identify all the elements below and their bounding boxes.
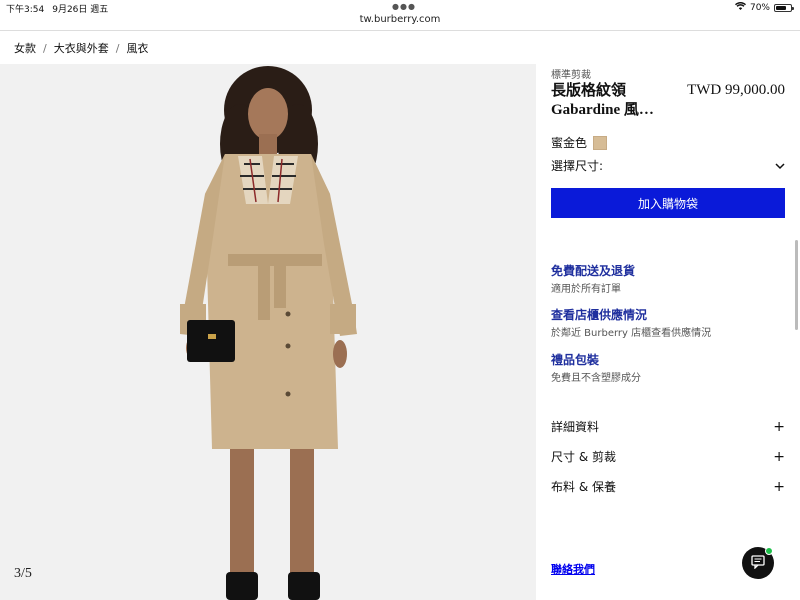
multitask-dots-icon[interactable]: ●●● xyxy=(392,2,416,11)
product-image-gallery[interactable] xyxy=(0,64,536,600)
accordion-details-label: 詳細資料 xyxy=(551,420,600,434)
product-image xyxy=(180,66,357,600)
plus-icon: + xyxy=(773,448,785,465)
image-counter: 3/5 xyxy=(14,566,32,581)
color-swatch[interactable] xyxy=(593,135,608,150)
battery-icon xyxy=(774,3,794,12)
contact-us-link[interactable]: 聯絡我們 xyxy=(551,561,595,577)
breadcrumb-women[interactable]: 女款 xyxy=(14,40,36,56)
add-to-bag-button[interactable]: 加入購物袋 xyxy=(551,188,785,218)
free-shipping-link[interactable]: 免費配送及退貨 xyxy=(551,262,635,279)
battery-percent: 70% xyxy=(749,2,770,13)
breadcrumb-coats-jackets[interactable]: 大衣與外套 xyxy=(54,40,109,56)
url-text[interactable]: tw.burberry.com xyxy=(360,13,441,25)
breadcrumb: 女款 / 大衣與外套 / 風衣 xyxy=(14,40,148,56)
online-status-dot xyxy=(765,547,773,555)
size-label: 選擇尺寸: xyxy=(551,159,604,173)
chat-icon xyxy=(751,554,765,573)
accordion-fabric-care[interactable]: 布料 & 保養 + xyxy=(551,478,785,495)
plus-icon: + xyxy=(773,478,785,495)
battery-fill xyxy=(776,5,786,10)
wifi-icon xyxy=(734,2,746,13)
status-right: 70% xyxy=(734,2,794,13)
color-name: 蜜金色 xyxy=(551,136,588,150)
status-bar: 下午3:54 9月26日 週五 ●●● 70% xyxy=(0,0,800,15)
breadcrumb-trench[interactable]: 風衣 xyxy=(126,40,148,56)
accordion-fabric-care-label: 布料 & 保養 xyxy=(551,480,616,494)
fit-label: 標準剪裁 xyxy=(551,70,591,81)
chevron-down-icon xyxy=(775,159,785,173)
gift-wrap-link[interactable]: 禮品包裝 xyxy=(551,351,599,368)
scrollbar[interactable] xyxy=(795,240,798,330)
store-availability-note: 於鄰近 Burberry 店櫃查看供應情況 xyxy=(551,328,712,339)
product-title: 長版格紋領 Gabardine 風… xyxy=(551,83,654,118)
breadcrumb-separator: / xyxy=(43,41,47,55)
address-bar[interactable]: tw.burberry.com xyxy=(0,13,800,31)
color-selector: 蜜金色 xyxy=(551,134,608,151)
product-price: TWD 99,000.00 xyxy=(687,82,785,98)
free-shipping-note: 適用於所有訂單 xyxy=(551,284,621,295)
store-availability-link[interactable]: 查看店櫃供應情況 xyxy=(551,306,647,323)
accordion-size-fit-label: 尺寸 & 剪裁 xyxy=(551,450,616,464)
breadcrumb-separator: / xyxy=(115,41,120,55)
accordion-details[interactable]: 詳細資料 + xyxy=(551,418,785,435)
gift-wrap-note: 免費且不含塑膠成分 xyxy=(551,373,641,384)
accordion-size-fit[interactable]: 尺寸 & 剪裁 + xyxy=(551,448,785,465)
size-selector[interactable]: 選擇尺寸: xyxy=(551,157,785,174)
plus-icon: + xyxy=(773,418,785,435)
